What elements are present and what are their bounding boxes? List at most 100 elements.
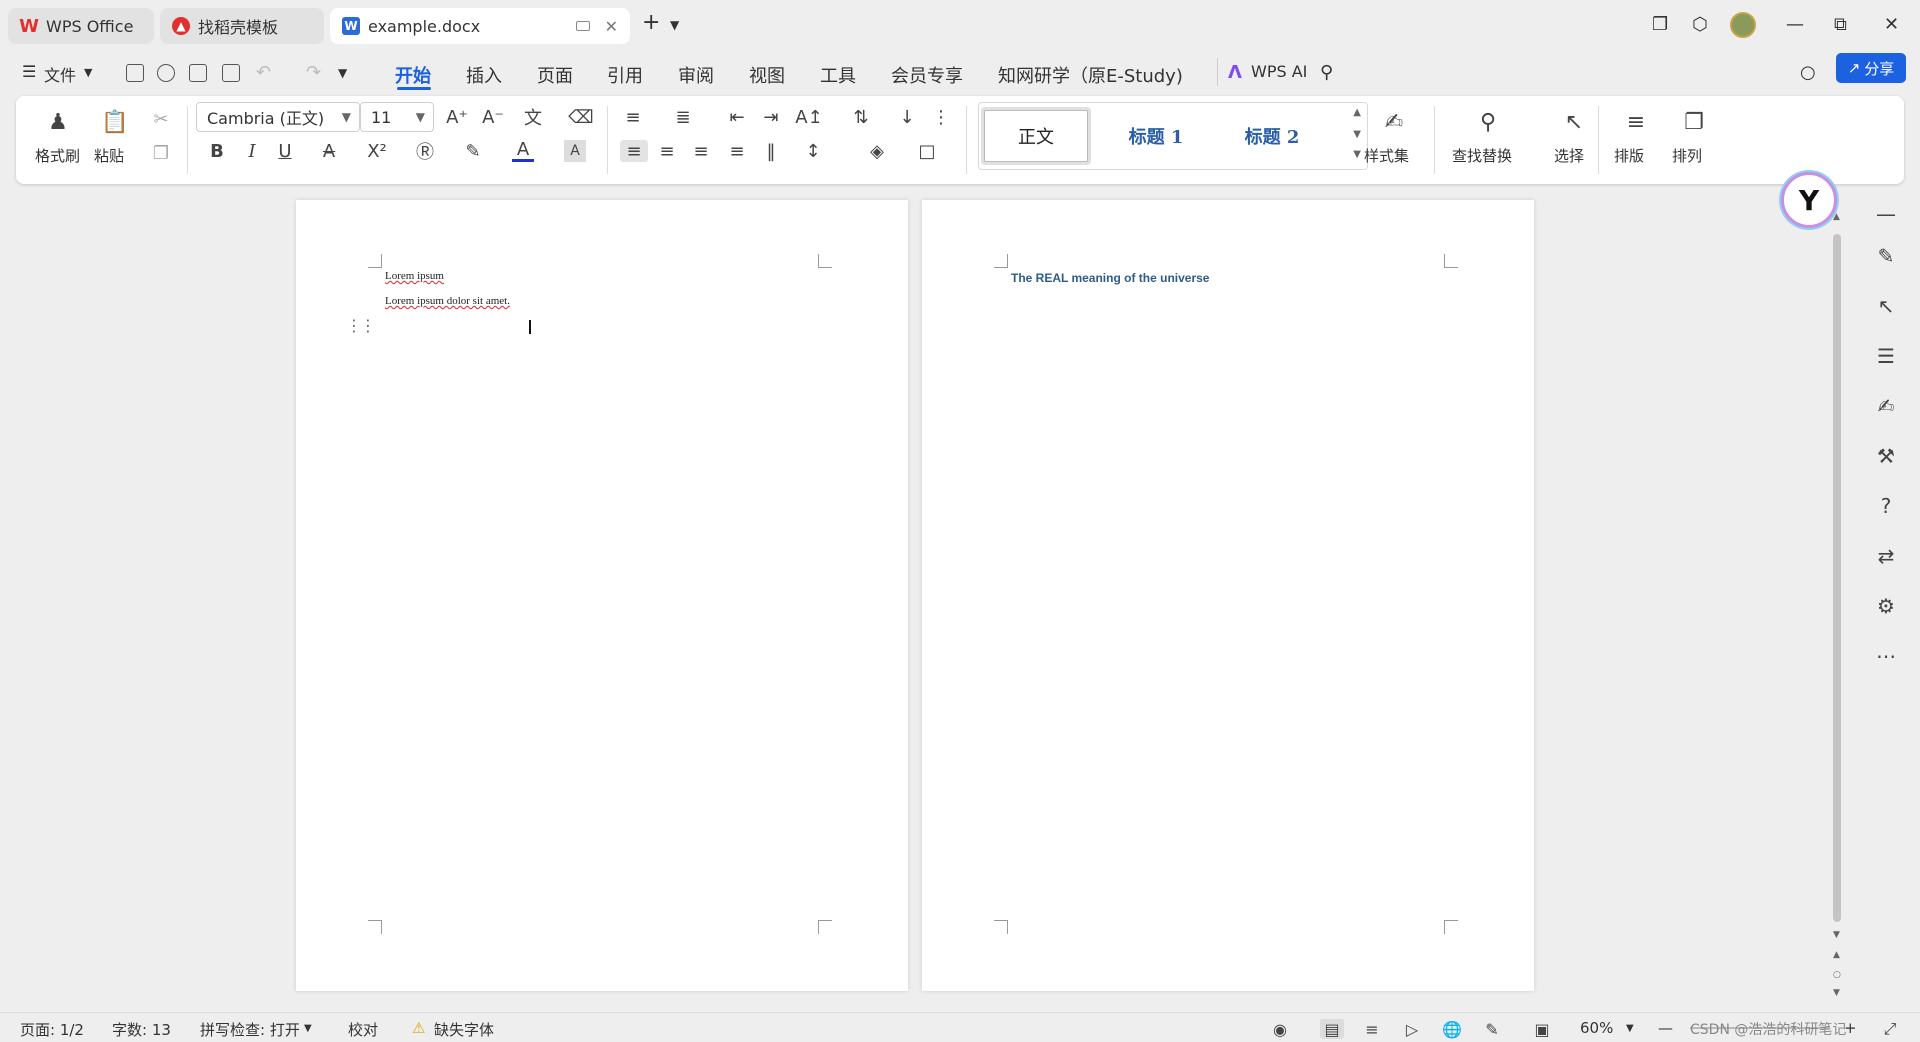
missing-font-button[interactable]: 缺失字体 (434, 1019, 494, 1040)
print-preview-icon[interactable] (222, 64, 240, 82)
style-set-icon[interactable]: ✍ (1380, 108, 1408, 136)
scroll-down-icon[interactable]: ▼ (1353, 129, 1361, 140)
chevron-down-icon[interactable]: ▼ (304, 1023, 312, 1034)
tab-insert[interactable]: 插入 (466, 62, 502, 88)
format-painter-icon[interactable]: ♟ (44, 108, 72, 136)
play-icon[interactable]: ▷ (1402, 1019, 1422, 1039)
customize-chevron-icon[interactable]: ▼ (338, 66, 347, 80)
increase-indent-icon[interactable]: ⇥ (760, 106, 782, 128)
strikethrough-icon[interactable]: A (318, 140, 340, 162)
minimize-icon[interactable]: — (1786, 14, 1804, 35)
web-view-icon[interactable]: 🌐 (1442, 1019, 1462, 1039)
text-direction-icon[interactable]: A↥ (795, 106, 822, 128)
increase-font-icon[interactable]: A⁺ (446, 106, 468, 128)
signature-icon[interactable]: ✍ (1872, 392, 1900, 420)
chevron-down-icon[interactable]: ▼ (84, 66, 92, 79)
help-icon[interactable]: ? (1872, 492, 1900, 520)
format-painter-button[interactable]: 格式刷 (35, 145, 80, 166)
shading-icon[interactable]: ◈ (866, 140, 888, 162)
chevron-down-icon[interactable]: ▼ (670, 18, 679, 32)
tab-tools[interactable]: 工具 (820, 62, 856, 88)
edit-view-icon[interactable]: ✎ (1482, 1019, 1502, 1039)
zoom-in-icon[interactable]: + (1844, 1019, 1857, 1037)
adjust-icon[interactable]: ☰ (1872, 342, 1900, 370)
chat-icon[interactable]: ○ (1800, 62, 1816, 83)
redo-icon[interactable]: ↷ (306, 62, 321, 83)
paragraph-line[interactable]: Lorem ipsum (385, 270, 444, 282)
new-tab-icon[interactable]: + (642, 10, 660, 35)
expand-gallery-icon[interactable]: ▼ (1353, 149, 1361, 160)
style-set-button[interactable]: 样式集 (1364, 145, 1409, 166)
file-menu[interactable]: 文件 (44, 62, 76, 86)
align-center-icon[interactable]: ≡ (656, 140, 678, 162)
justify-icon[interactable]: ≡ (726, 140, 748, 162)
save-icon[interactable] (126, 64, 144, 82)
document-page-1[interactable]: Lorem ipsum Lorem ipsum dolor sit amet. … (296, 200, 908, 991)
close-tab-icon[interactable]: ✕ (605, 17, 618, 36)
more-icon[interactable]: ⋯ (1872, 642, 1900, 670)
cube-icon[interactable]: ⬡ (1692, 14, 1708, 35)
share-button[interactable]: ↗ 分享 (1836, 53, 1906, 83)
select-button[interactable]: 选择 (1554, 145, 1584, 166)
bullet-list-icon[interactable]: ≡ (622, 106, 644, 128)
tab-wps-office[interactable]: W WPS Office (8, 8, 154, 44)
text-flow-icon[interactable]: ⇅ (850, 106, 872, 128)
scroll-down-icon[interactable]: ▼ (1833, 930, 1840, 940)
ai-assistant-icon[interactable]: Y (1781, 172, 1837, 228)
drag-handle-icon[interactable]: ⋮⋮ (346, 316, 376, 335)
sync-icon[interactable]: ⇄ (1872, 542, 1900, 570)
browse-object-icon[interactable]: ○ (1833, 970, 1841, 980)
close-window-icon[interactable]: ✕ (1884, 14, 1899, 35)
scroll-up-icon[interactable]: ▲ (1353, 107, 1361, 118)
paste-icon[interactable]: 📋 (101, 108, 129, 136)
align-left-icon[interactable]: ≡ (620, 140, 648, 162)
text-effect-icon[interactable]: Ⓡ (414, 140, 436, 163)
decrease-font-icon[interactable]: A⁻ (482, 106, 504, 128)
bold-icon[interactable]: B (206, 140, 228, 162)
monitor-icon[interactable] (576, 21, 590, 31)
cut-icon[interactable]: ✂ (150, 108, 172, 130)
font-family-select[interactable]: Cambria (正文) ▼ (196, 102, 360, 132)
collapse-sidebar-icon[interactable]: — (1872, 200, 1900, 228)
word-count[interactable]: 字数: 13 (112, 1019, 171, 1040)
style-heading-1[interactable]: 标题 1 (1101, 107, 1211, 165)
clear-format-icon[interactable]: ⌫ (568, 106, 593, 128)
tab-docer-templates[interactable]: ▲ 找稻壳模板 (160, 8, 324, 44)
pointer-icon[interactable]: ↖ (1872, 292, 1900, 320)
layout-button[interactable]: 排版 (1614, 145, 1644, 166)
hamburger-icon[interactable]: ☰ (22, 62, 36, 81)
proofread-button[interactable]: 校对 (348, 1019, 378, 1040)
eye-protection-icon[interactable]: ◉ (1270, 1019, 1290, 1039)
copy-icon[interactable]: ❐ (150, 142, 172, 164)
align-right-icon[interactable]: ≡ (690, 140, 712, 162)
find-replace-icon[interactable]: ⚲ (1474, 108, 1502, 136)
tab-page[interactable]: 页面 (537, 62, 573, 88)
tab-review[interactable]: 审阅 (678, 62, 714, 88)
superscript-icon[interactable]: X² (366, 140, 388, 162)
character-shading-icon[interactable]: A (564, 140, 586, 162)
tab-references[interactable]: 引用 (607, 62, 643, 88)
next-page-icon[interactable]: ▼ (1833, 988, 1840, 998)
tab-example-docx[interactable]: W example.docx ✕ (330, 8, 630, 44)
highlight-icon[interactable]: ✎ (462, 140, 484, 162)
avatar[interactable] (1730, 12, 1756, 38)
scroll-up-icon[interactable]: ▲ (1833, 212, 1840, 222)
zoom-level[interactable]: 60% (1580, 1019, 1613, 1037)
undo-icon[interactable]: ↶ (256, 62, 271, 83)
sort-icon[interactable]: ↓ (896, 106, 918, 128)
distribute-icon[interactable]: ‖ (760, 140, 782, 162)
format-icon[interactable] (157, 64, 175, 82)
vertical-scrollbar[interactable] (1833, 234, 1841, 922)
fit-page-icon[interactable]: ▣ (1532, 1019, 1552, 1039)
layout-icon[interactable]: ≡ (1622, 108, 1650, 136)
tools-icon[interactable]: ⚒ (1872, 442, 1900, 470)
spell-check-toggle[interactable]: 拼写检查: 打开 (200, 1019, 300, 1040)
backup-icon[interactable]: ⚙ (1872, 592, 1900, 620)
font-color-icon[interactable]: A (512, 139, 534, 162)
document-page-2[interactable]: The REAL meaning of the universe (922, 200, 1534, 991)
heading-text[interactable]: The REAL meaning of the universe (1011, 271, 1209, 285)
select-icon[interactable]: ↖ (1560, 108, 1588, 136)
paragraph-line[interactable]: Lorem ipsum dolor sit amet. (385, 295, 510, 307)
borders-icon[interactable]: □ (916, 140, 938, 162)
wps-ai-button[interactable]: WPS AI (1251, 62, 1307, 81)
